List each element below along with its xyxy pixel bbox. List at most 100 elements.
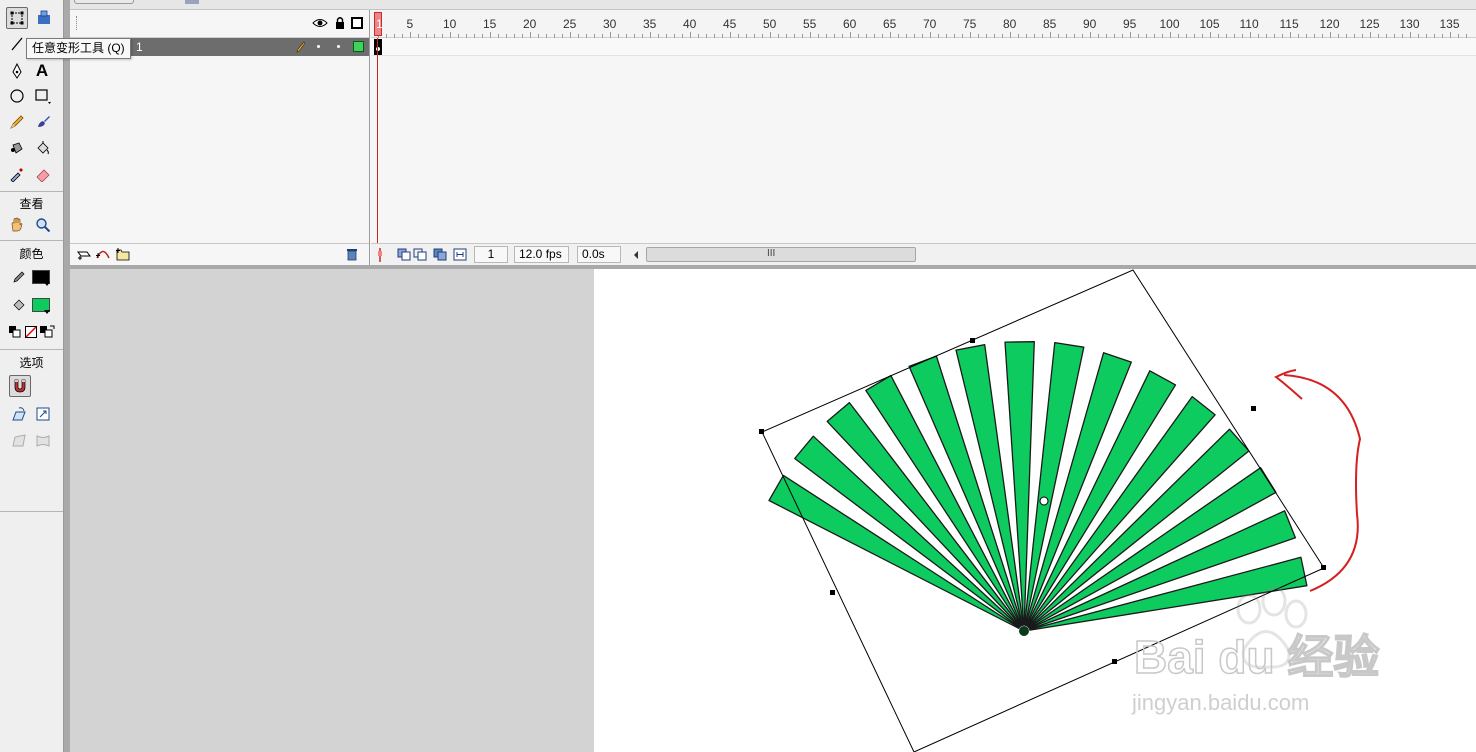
- scene-icon: [185, 0, 199, 4]
- modify-onion-markers-icon[interactable]: [453, 248, 467, 261]
- timeline-top-strip: [70, 0, 1476, 10]
- scale-button[interactable]: [32, 403, 54, 425]
- delete-layer-trash-icon[interactable]: [346, 248, 358, 261]
- ruler-tick-label: 45: [723, 17, 737, 31]
- insert-layer-icon[interactable]: [77, 248, 91, 261]
- fill-color-bucket-icon: [8, 294, 30, 316]
- swap-colors-button[interactable]: [36, 321, 58, 343]
- onion-skin-outlines-icon[interactable]: [413, 248, 427, 261]
- oval-icon: [10, 89, 24, 103]
- fan-shape-group[interactable]: [768, 341, 1308, 636]
- transform-handle-bottom: [1112, 659, 1117, 664]
- current-frame-field: 1: [474, 246, 508, 263]
- ruler-tick-label: 110: [1239, 17, 1259, 31]
- paint-bucket-tool[interactable]: [32, 137, 54, 159]
- rectangle-icon: [35, 89, 51, 104]
- options-section-title: 选项: [19, 356, 44, 370]
- free-transform-tool[interactable]: [6, 7, 28, 29]
- oval-tool[interactable]: [6, 85, 28, 107]
- transform-center-point[interactable]: [1039, 496, 1049, 506]
- ink-bottle-tool[interactable]: [6, 137, 28, 159]
- ink-bottle-icon: [11, 142, 23, 154]
- timeline-horizontal-scrollbar[interactable]: III: [646, 247, 916, 262]
- ruler-tick-label: 35: [643, 17, 657, 31]
- center-frame-icon[interactable]: [376, 248, 384, 262]
- ruler-tick-label: 30: [603, 17, 617, 31]
- line-tool[interactable]: [6, 33, 28, 55]
- stroke-color-dropdown-icon: [44, 282, 50, 286]
- layer-header-grip: [76, 16, 78, 30]
- ruler-tick-label: 125: [1359, 17, 1380, 31]
- frame-rate-field[interactable]: 12.0 fps: [514, 246, 569, 263]
- layer-lock-dot[interactable]: [337, 45, 340, 48]
- layer-visibility-dot[interactable]: [317, 45, 320, 48]
- ruler-tick-label: 105: [1199, 17, 1220, 31]
- ruler-tick-label: 50: [763, 17, 777, 31]
- layer-outline-color-box[interactable]: [353, 41, 364, 52]
- transform-handle-bottom-right: [1321, 565, 1326, 570]
- color-section-title: 颜色: [19, 247, 44, 261]
- text-tool[interactable]: A: [31, 60, 53, 82]
- layer-edit-pencil-icon: [296, 41, 306, 53]
- tools-divider: [0, 349, 63, 350]
- swap-colors-icon: [40, 325, 55, 338]
- layer-name[interactable]: 1: [136, 40, 143, 54]
- scrollbar-grip: III: [767, 248, 776, 259]
- rotate-skew-icon: [12, 407, 26, 421]
- brush-icon: [38, 116, 50, 127]
- brush-tool[interactable]: [32, 111, 54, 133]
- transform-handle-top-left: [759, 429, 764, 434]
- ruler-tick-label: 120: [1319, 17, 1340, 31]
- pasteboard-area[interactable]: [70, 269, 594, 752]
- ruler-tick-label: 60: [843, 17, 857, 31]
- onion-skin-icon[interactable]: [397, 248, 411, 261]
- view-section-title: 查看: [19, 197, 44, 211]
- eraser-tool[interactable]: [32, 163, 54, 185]
- pencil-tool[interactable]: [6, 111, 28, 133]
- ruler-tick-label: 20: [523, 17, 537, 31]
- eyedropper-tool[interactable]: [6, 163, 28, 185]
- transform-handle-top: [970, 338, 975, 343]
- lock-all-icon[interactable]: [334, 16, 346, 30]
- magnet-icon: [14, 379, 26, 393]
- add-motion-guide-icon[interactable]: [95, 247, 111, 260]
- outline-all-icon[interactable]: [351, 17, 363, 29]
- pen-tool[interactable]: [6, 60, 28, 82]
- frames-panel: 1 5 10 15 20 25 30 35 40 45 50 55 60 65 70 75 80 85 90 95 10…: [371, 10, 1476, 265]
- scroll-left-arrow-icon[interactable]: [633, 251, 639, 259]
- distort-button[interactable]: [8, 430, 30, 452]
- fill-color-dropdown-icon: [44, 310, 50, 314]
- rectangle-tool[interactable]: [32, 85, 54, 107]
- ruler-tick-label: 55: [803, 17, 817, 31]
- hand-tool[interactable]: [6, 214, 28, 236]
- timeline-panel: 1 1 5 10 15 20 25 30 35 40 45 50 55 60 65 70 75 80 85 90 95…: [70, 0, 1476, 265]
- ruler-tick-label: 130: [1399, 17, 1420, 31]
- layer-frame-row[interactable]: [371, 38, 1476, 56]
- fill-transform-tool[interactable]: [33, 7, 55, 29]
- ruler-tick-label: 80: [1003, 17, 1017, 31]
- distort-icon: [12, 434, 26, 447]
- pen-icon: [12, 63, 22, 79]
- transform-handle-left: [830, 590, 835, 595]
- stage-drawing: Bai du 经验 jingyan.baidu.com: [759, 269, 1380, 752]
- timeline-toggle-button[interactable]: [74, 0, 134, 4]
- edit-multiple-frames-icon[interactable]: [433, 248, 447, 261]
- stage-canvas[interactable]: Bai du 经验 jingyan.baidu.com: [594, 269, 1476, 752]
- flash-ide-window: 任意变形工具 (Q) A 查看 颜色 选项 1 1 5 10 15 20 25 …: [0, 0, 1476, 752]
- envelope-button[interactable]: [32, 430, 54, 452]
- eyedropper-icon: [10, 168, 23, 182]
- ruler-tick-label: 135: [1439, 17, 1460, 31]
- insert-layer-folder-icon[interactable]: [115, 247, 131, 261]
- tools-divider: [0, 191, 63, 192]
- frame-ruler[interactable]: 1 5 10 15 20 25 30 35 40 45 50 55 60 65 70 75 80 85 90 95 10…: [371, 10, 1476, 38]
- snap-to-objects-button[interactable]: [9, 375, 31, 397]
- free-transform-icon: [10, 11, 24, 25]
- fan-pivot: [1019, 626, 1029, 636]
- line-icon: [11, 37, 23, 51]
- rotate-skew-button[interactable]: [8, 403, 30, 425]
- zoom-tool[interactable]: [32, 214, 54, 236]
- eraser-icon: [36, 169, 50, 182]
- show-hide-all-eye-icon[interactable]: [312, 17, 328, 29]
- elapsed-time-field: 0.0s: [577, 246, 621, 263]
- tools-divider: [0, 511, 63, 512]
